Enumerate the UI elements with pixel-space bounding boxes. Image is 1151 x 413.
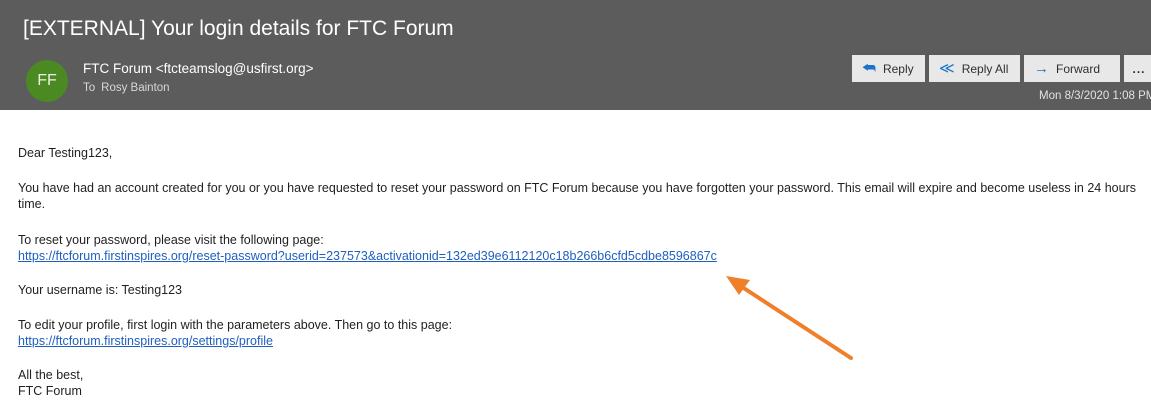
annotation-arrow-icon [726, 276, 853, 360]
